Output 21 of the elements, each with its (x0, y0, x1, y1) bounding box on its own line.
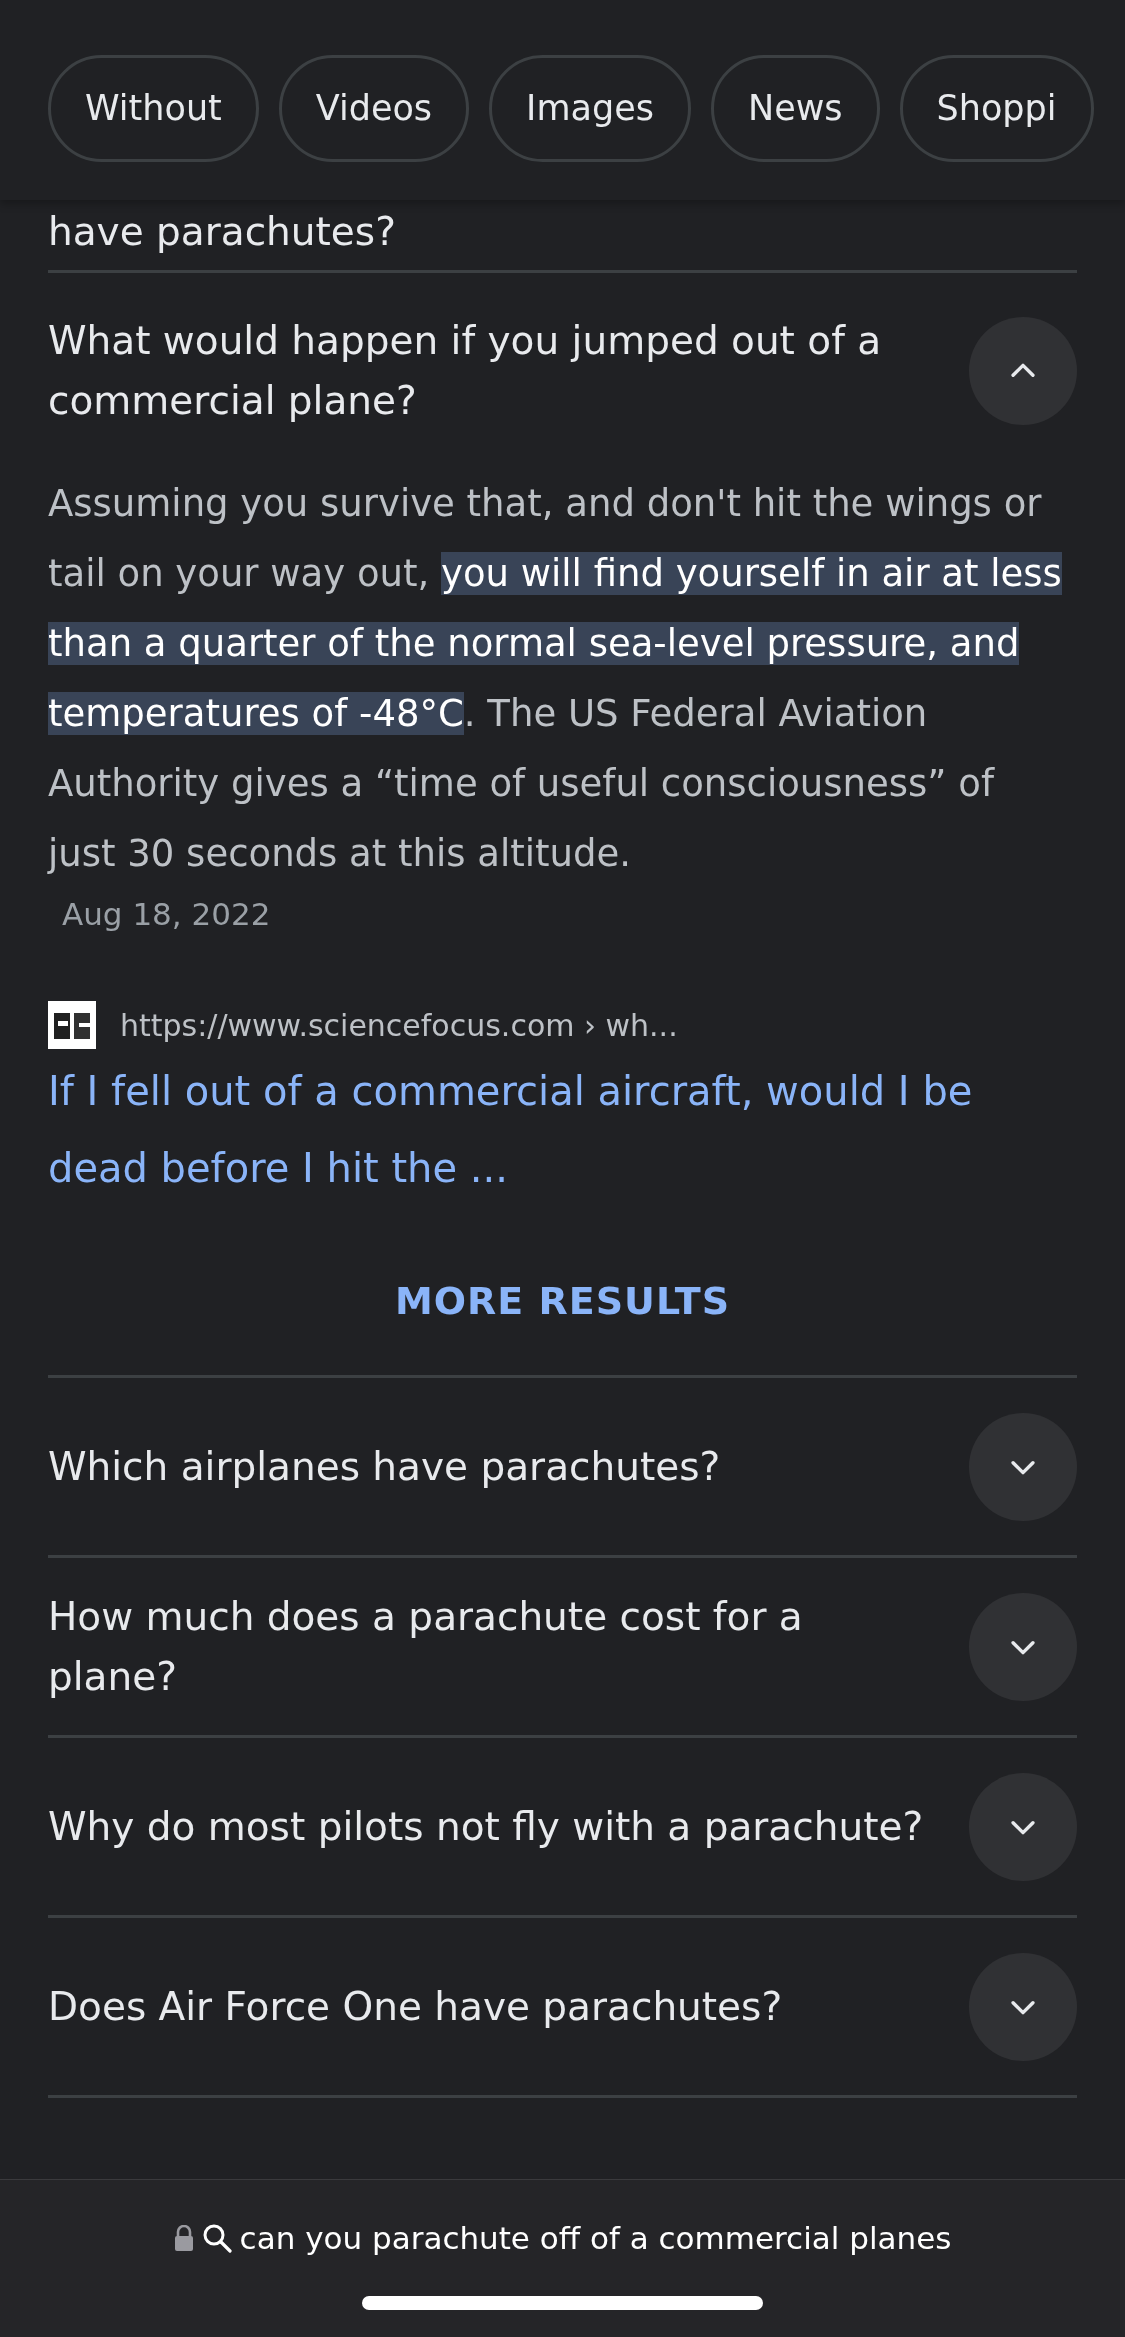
filter-chip[interactable]: Images (489, 54, 691, 162)
filter-chip[interactable]: Videos (278, 54, 470, 162)
address-text[interactable]: can you parachute off of a commercial planes (239, 2220, 952, 2256)
result-link[interactable]: If I fell out of a commercial aircraft, would I be dead before I hit the ... (48, 1053, 1077, 1207)
site-logo-icon (48, 1001, 96, 1049)
question-text: What would happen if you jumped out of a commercial plane? (48, 317, 883, 425)
filter-chip[interactable]: News (710, 54, 880, 162)
search-icon (201, 2223, 232, 2253)
question-text: have parachutes? (48, 208, 397, 256)
filter-chip[interactable]: Without (48, 54, 259, 162)
answer-text: Assuming you survive that, and don't hit the wings or tail on your way out, you will find yourself in air at less than a quarter of the normal sea-level pressure, and temperatures of -48°C. The US Federal Aviation Authority gives a “time of useful consciousness” of just 30 seconds at this altitude. (48, 481, 1063, 877)
question-text: Why do most pilots not fly with a parachute? (48, 1802, 925, 1851)
filter-chip[interactable]: Shoppi (899, 54, 1094, 162)
question-text: Which airplanes have parachutes? (48, 1442, 722, 1491)
question-text: Does Air Force One have parachutes? (48, 1982, 784, 2031)
source-url: https://www.sciencefocus.com › wh... (120, 1007, 678, 1043)
more-results-button[interactable]: MORE RESULTS (374, 1269, 751, 1333)
question-text: How much does a parachute cost for a plane? (48, 1592, 804, 1701)
home-indicator[interactable] (362, 2296, 763, 2310)
answer-date: Aug 18, 2022 (62, 895, 272, 934)
lock-icon (173, 2225, 194, 2251)
